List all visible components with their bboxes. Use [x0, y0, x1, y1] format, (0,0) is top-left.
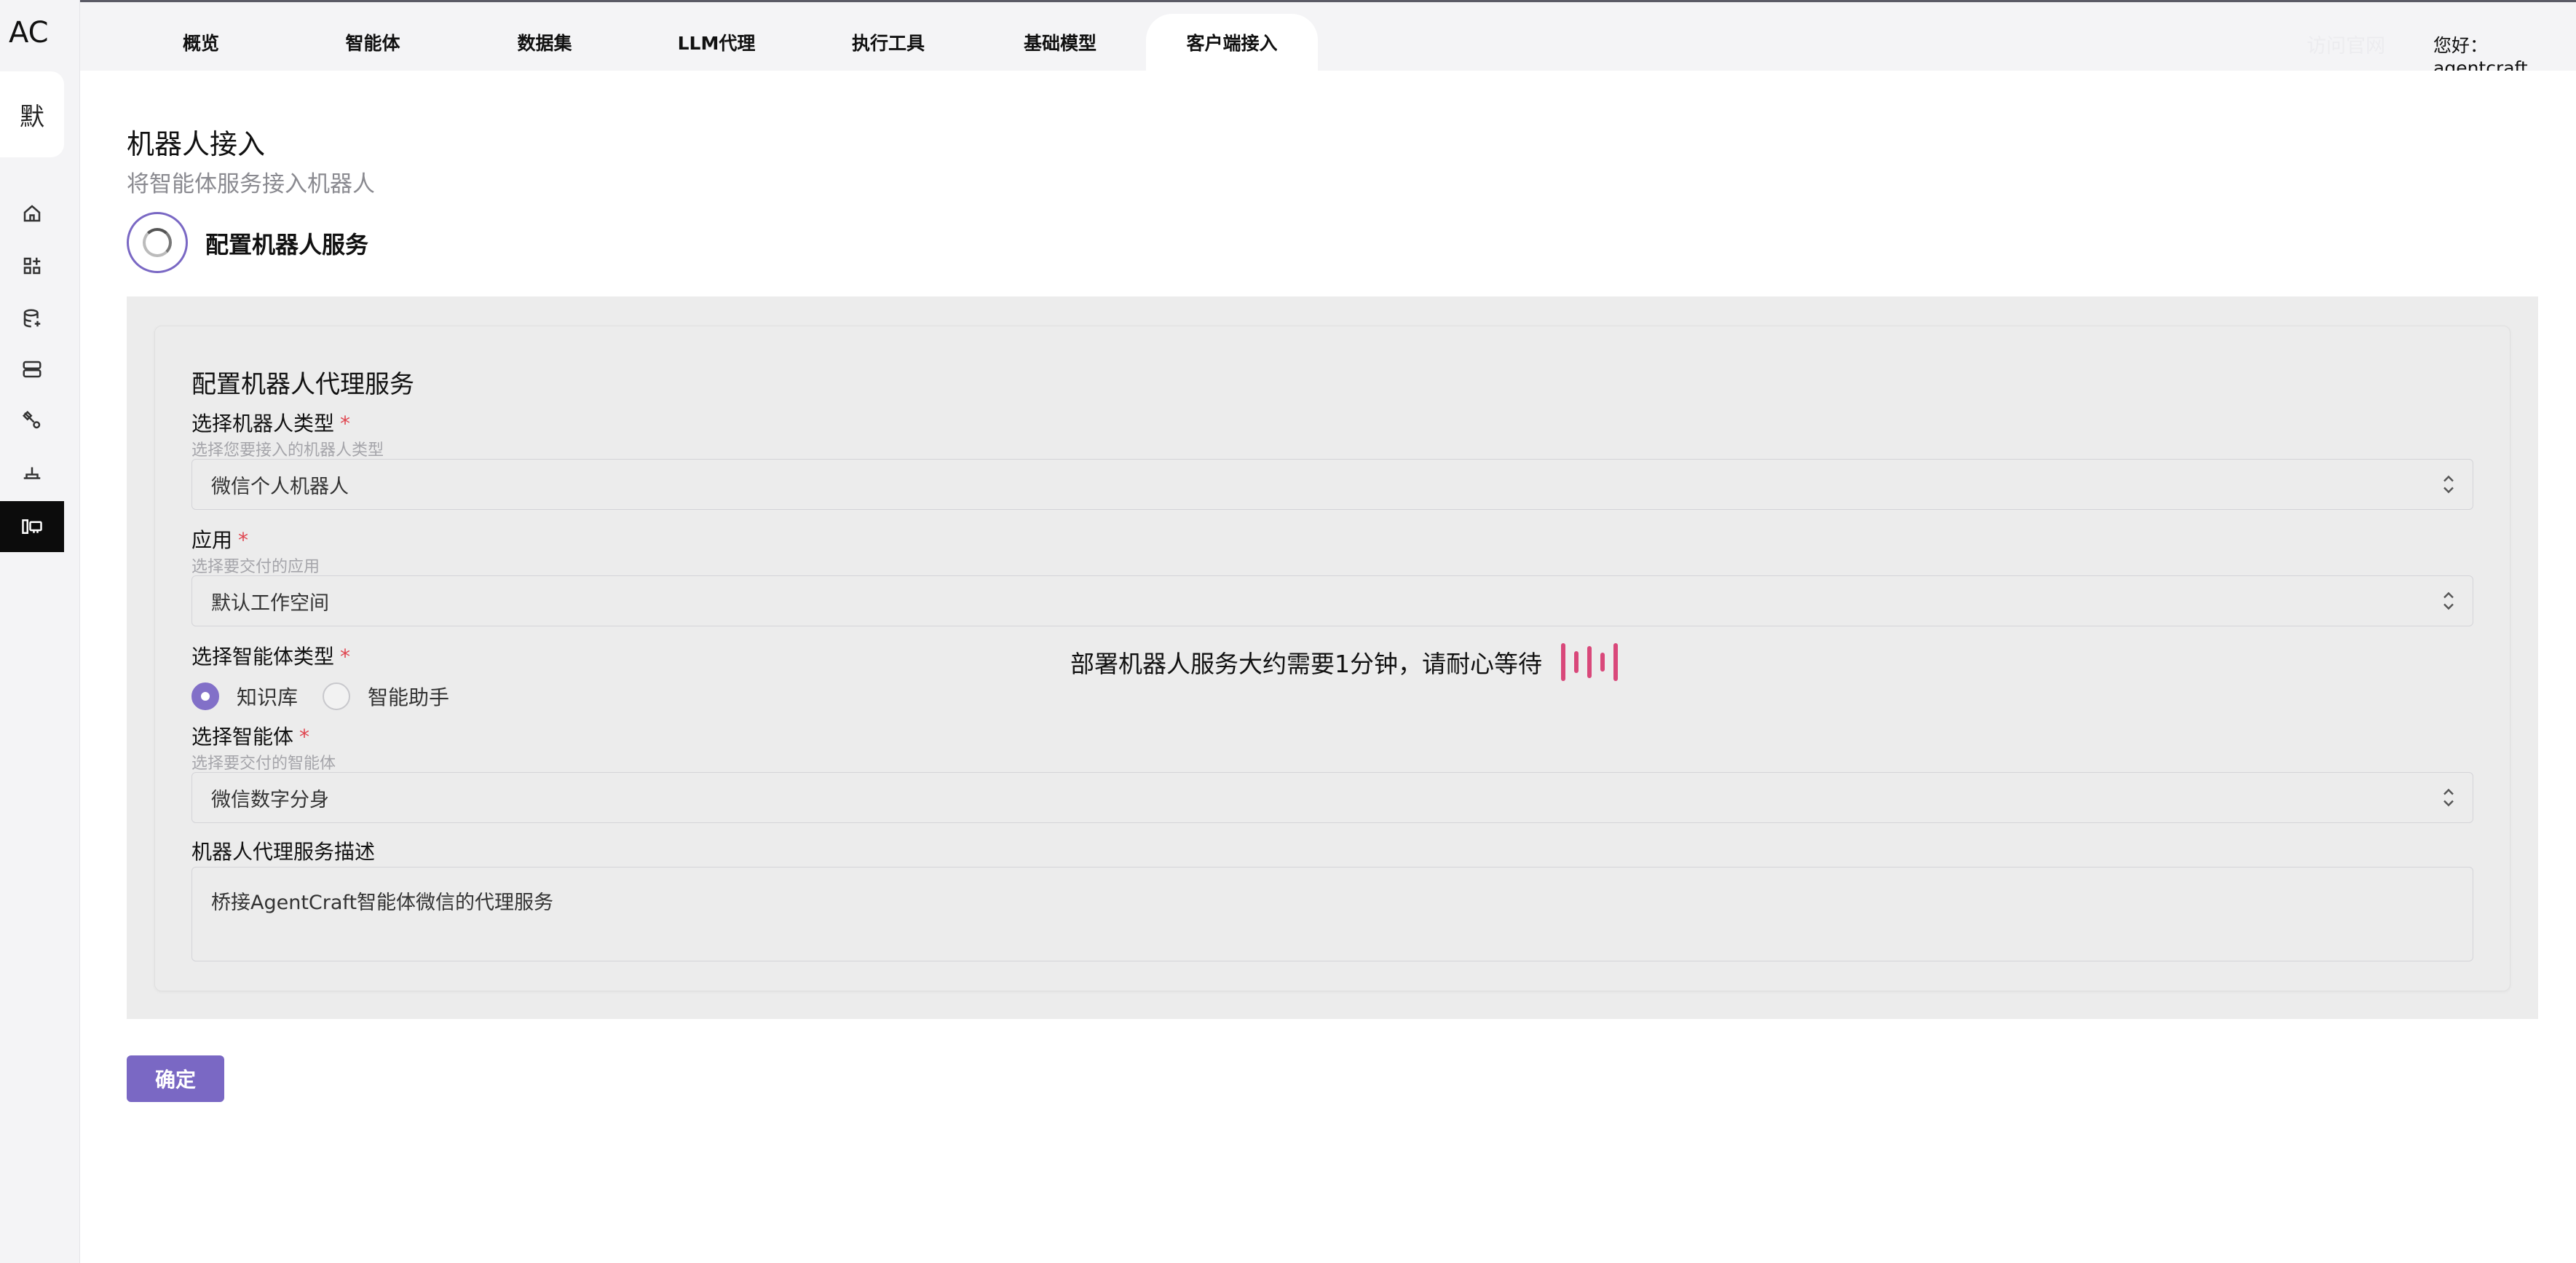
chevron-updown-icon: [2443, 475, 2454, 494]
chevron-updown-icon: [2443, 788, 2454, 807]
database-add-icon: [23, 309, 41, 328]
spinner-icon: [143, 228, 172, 257]
apps-icon: [23, 257, 41, 275]
app-value: 默认工作空间: [211, 591, 329, 615]
loading-message: 部署机器人服务大约需要1分钟，请耐心等待: [1070, 650, 1542, 678]
bot-type-hint: 选择您要接入的机器人类型: [191, 441, 384, 460]
bot-type-value: 微信个人机器人: [211, 475, 349, 498]
sidebar-item-overview[interactable]: [0, 188, 64, 239]
radio-knowledge-base-label[interactable]: 知识库: [237, 682, 298, 711]
radio-knowledge-base[interactable]: [191, 682, 219, 710]
agent-hint: 选择要交付的智能体: [191, 755, 336, 773]
model-icon: [23, 467, 41, 479]
app-hint: 选择要交付的应用: [191, 558, 320, 576]
agent-select[interactable]: 微信数字分身: [191, 772, 2473, 823]
page-title: 机器人接入: [127, 128, 266, 160]
description-value: 桥接AgentCraft智能体微信的代理服务: [211, 892, 554, 914]
top-navigation: 概览 智能体 数据集 LLM代理 执行工具 基础模型 客户端接入 访问官网 您好…: [80, 2, 2576, 79]
sidebar-item-models[interactable]: [0, 447, 64, 498]
tab-base-models[interactable]: 基础模型: [974, 14, 1146, 71]
required-mark: *: [340, 412, 351, 436]
sidebar: AC 默: [0, 0, 80, 1263]
workspace-initial: 默: [20, 102, 44, 132]
confirm-button[interactable]: 确定: [127, 1055, 224, 1102]
bot-type-label: 选择机器人类型 *: [191, 408, 350, 437]
radio-smart-assistant-label[interactable]: 智能助手: [368, 682, 449, 711]
sidebar-item-agents[interactable]: [0, 240, 64, 291]
app-label-text: 应用: [191, 528, 233, 552]
agent-label: 选择智能体 *: [191, 721, 309, 750]
description-label: 机器人代理服务描述: [191, 840, 376, 864]
tab-client-access[interactable]: 客户端接入: [1146, 14, 1318, 71]
required-mark: *: [340, 645, 351, 669]
description-textarea[interactable]: 桥接AgentCraft智能体微信的代理服务: [191, 867, 2473, 961]
bot-type-label-text: 选择机器人类型: [191, 412, 335, 436]
workspace-switcher[interactable]: 默: [0, 71, 64, 157]
app-logo: AC: [9, 16, 49, 50]
tab-tools[interactable]: 执行工具: [802, 14, 974, 71]
agent-type-label-text: 选择智能体类型: [191, 645, 335, 669]
agent-type-label: 选择智能体类型 *: [191, 641, 350, 670]
tab-datasets[interactable]: 数据集: [459, 14, 631, 71]
main-content: 机器人接入 将智能体服务接入机器人 配置机器人服务 配置机器人代理服务 选择机器…: [80, 71, 2576, 1263]
tab-overview[interactable]: 概览: [115, 14, 287, 71]
card-title: 配置机器人代理服务: [191, 370, 414, 399]
agent-label-text: 选择智能体: [191, 725, 294, 749]
agent-type-radio-group: 知识库 智能助手: [191, 682, 474, 711]
tab-llm-proxy[interactable]: LLM代理: [631, 14, 802, 71]
chevron-updown-icon: [2443, 591, 2454, 610]
tools-icon: [22, 410, 41, 429]
app-select[interactable]: 默认工作空间: [191, 575, 2473, 626]
agent-value: 微信数字分身: [211, 788, 329, 811]
sidebar-item-datasets[interactable]: [0, 293, 64, 344]
loading-overlay: 部署机器人服务大约需要1分钟，请耐心等待: [1070, 643, 1618, 681]
loading-bars-icon: [1561, 643, 1618, 681]
sidebar-item-client-access[interactable]: [0, 501, 64, 552]
sidebar-item-tools[interactable]: [0, 395, 64, 446]
server-icon: [23, 361, 42, 378]
required-mark: *: [238, 528, 249, 552]
tab-agents[interactable]: 智能体: [287, 14, 459, 71]
page-subtitle: 将智能体服务接入机器人: [127, 171, 375, 197]
bot-type-select[interactable]: 微信个人机器人: [191, 459, 2473, 510]
required-mark: *: [299, 725, 310, 749]
step-indicator: [127, 212, 188, 273]
sidebar-item-llm-proxy[interactable]: [0, 344, 64, 395]
app-label: 应用 *: [191, 524, 248, 554]
home-icon: [23, 205, 41, 222]
official-site-link[interactable]: 访问官网: [2307, 30, 2385, 58]
step-label: 配置机器人服务: [205, 231, 369, 259]
radio-smart-assistant[interactable]: [323, 682, 351, 710]
client-icon: [22, 519, 42, 534]
